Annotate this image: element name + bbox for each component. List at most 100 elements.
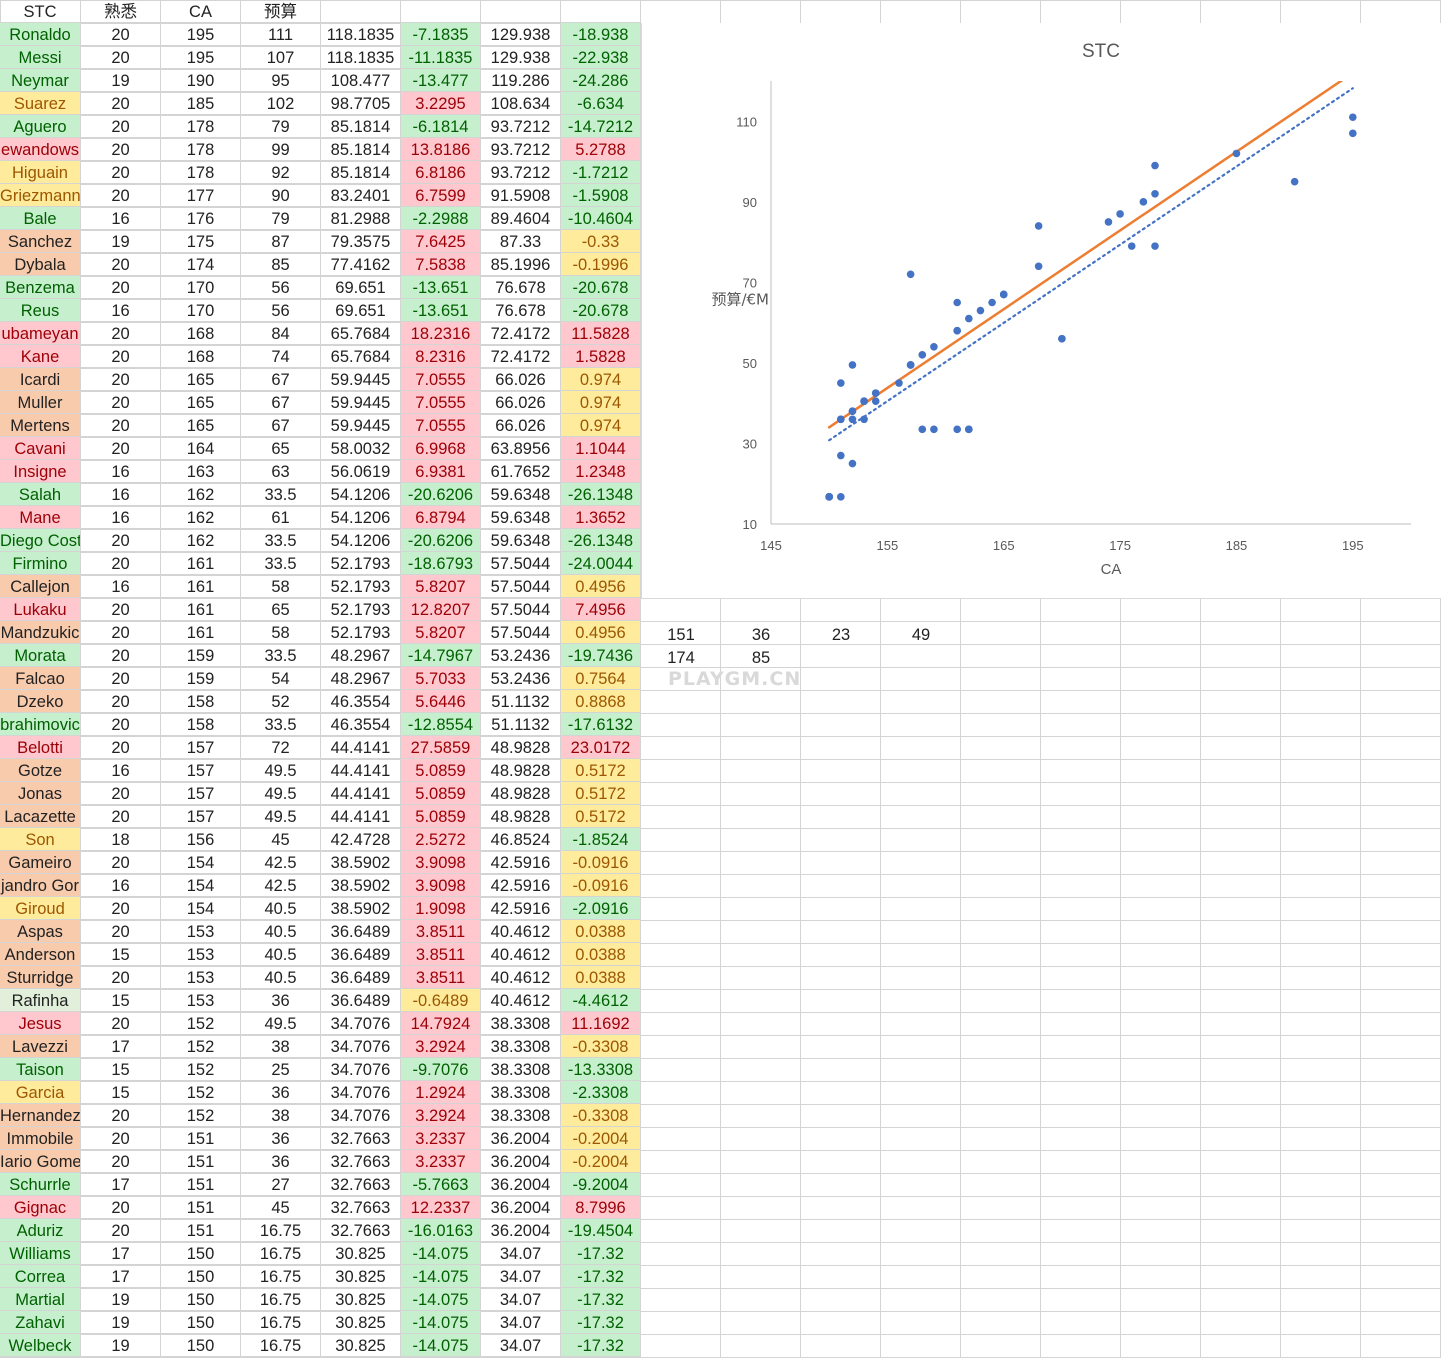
table-cell[interactable]: 20 bbox=[81, 391, 161, 414]
header-cell[interactable] bbox=[401, 0, 481, 23]
table-cell[interactable]: -5.7663 bbox=[401, 1173, 481, 1196]
table-cell[interactable]: 32.7663 bbox=[321, 1196, 401, 1219]
table-cell[interactable]: 152 bbox=[161, 1012, 241, 1035]
table-cell[interactable]: 165 bbox=[161, 391, 241, 414]
table-cell[interactable]: 36.6489 bbox=[321, 943, 401, 966]
table-cell[interactable]: 16 bbox=[81, 575, 161, 598]
table-cell[interactable]: 34.07 bbox=[481, 1311, 561, 1334]
table-cell[interactable]: 8.2316 bbox=[401, 345, 481, 368]
table-cell[interactable]: 19 bbox=[81, 1311, 161, 1334]
table-cell[interactable]: 42.5916 bbox=[481, 851, 561, 874]
table-cell[interactable]: 159 bbox=[161, 644, 241, 667]
table-cell[interactable]: 87 bbox=[241, 230, 321, 253]
player-name-cell[interactable]: Diego Cost bbox=[0, 529, 81, 552]
table-cell[interactable]: 15 bbox=[81, 1058, 161, 1081]
table-cell[interactable]: 72 bbox=[241, 736, 321, 759]
table-cell[interactable]: 5.0859 bbox=[401, 759, 481, 782]
table-cell[interactable]: 8.7996 bbox=[561, 1196, 641, 1219]
table-cell[interactable]: 111 bbox=[241, 23, 321, 46]
table-cell[interactable]: 66.026 bbox=[481, 414, 561, 437]
table-cell[interactable]: 20 bbox=[81, 805, 161, 828]
table-cell[interactable]: 161 bbox=[161, 552, 241, 575]
player-name-cell[interactable]: Mertens bbox=[0, 414, 81, 437]
table-cell[interactable]: 20 bbox=[81, 184, 161, 207]
table-cell[interactable]: 87.33 bbox=[481, 230, 561, 253]
table-cell[interactable]: 6.7599 bbox=[401, 184, 481, 207]
table-cell[interactable]: -0.2004 bbox=[561, 1127, 641, 1150]
table-cell[interactable]: 19 bbox=[81, 230, 161, 253]
player-name-cell[interactable]: Son bbox=[0, 828, 81, 851]
table-cell[interactable]: 59.9445 bbox=[321, 368, 401, 391]
table-cell[interactable]: 20 bbox=[81, 667, 161, 690]
table-cell[interactable]: 153 bbox=[161, 989, 241, 1012]
table-cell[interactable]: 42.5916 bbox=[481, 874, 561, 897]
table-cell[interactable]: 118.1835 bbox=[321, 23, 401, 46]
table-cell[interactable]: 168 bbox=[161, 322, 241, 345]
table-cell[interactable]: 1.2348 bbox=[561, 460, 641, 483]
player-name-cell[interactable]: Firmino bbox=[0, 552, 81, 575]
table-cell[interactable]: 42.5 bbox=[241, 851, 321, 874]
table-cell[interactable]: 81.2988 bbox=[321, 207, 401, 230]
table-cell[interactable]: 195 bbox=[161, 23, 241, 46]
player-name-cell[interactable]: Sturridge bbox=[0, 966, 81, 989]
table-cell[interactable]: 46.8524 bbox=[481, 828, 561, 851]
table-cell[interactable]: 6.9968 bbox=[401, 437, 481, 460]
table-cell[interactable]: 77.4162 bbox=[321, 253, 401, 276]
table-cell[interactable]: -14.075 bbox=[401, 1265, 481, 1288]
player-name-cell[interactable]: Jonas bbox=[0, 782, 81, 805]
table-cell[interactable]: 7.5838 bbox=[401, 253, 481, 276]
table-cell[interactable]: 3.9098 bbox=[401, 851, 481, 874]
table-cell[interactable]: 16.75 bbox=[241, 1265, 321, 1288]
player-name-cell[interactable]: jandro Gor bbox=[0, 874, 81, 897]
table-cell[interactable]: -18.938 bbox=[561, 23, 641, 46]
table-cell[interactable]: 18.2316 bbox=[401, 322, 481, 345]
table-cell[interactable]: 34.07 bbox=[481, 1242, 561, 1265]
table-cell[interactable]: 34.7076 bbox=[321, 1012, 401, 1035]
table-cell[interactable]: 79 bbox=[241, 207, 321, 230]
table-cell[interactable]: 17 bbox=[81, 1265, 161, 1288]
table-cell[interactable]: 152 bbox=[161, 1104, 241, 1127]
table-cell[interactable]: -20.6206 bbox=[401, 529, 481, 552]
table-cell[interactable]: -1.7212 bbox=[561, 161, 641, 184]
extra-cell[interactable]: 85 bbox=[721, 646, 801, 669]
table-cell[interactable]: 79.3575 bbox=[321, 230, 401, 253]
table-cell[interactable]: 32.7663 bbox=[321, 1219, 401, 1242]
player-name-cell[interactable]: Iario Gome bbox=[0, 1150, 81, 1173]
table-cell[interactable]: 20 bbox=[81, 368, 161, 391]
table-cell[interactable]: 16.75 bbox=[241, 1219, 321, 1242]
table-cell[interactable]: -22.938 bbox=[561, 46, 641, 69]
header-cell[interactable] bbox=[481, 0, 561, 23]
table-cell[interactable]: 19 bbox=[81, 69, 161, 92]
table-cell[interactable]: 44.4141 bbox=[321, 759, 401, 782]
table-cell[interactable]: -17.6132 bbox=[561, 713, 641, 736]
table-cell[interactable]: -7.1835 bbox=[401, 23, 481, 46]
table-cell[interactable]: 79 bbox=[241, 115, 321, 138]
table-cell[interactable]: 1.9098 bbox=[401, 897, 481, 920]
player-name-cell[interactable]: Lukaku bbox=[0, 598, 81, 621]
table-cell[interactable]: 36.2004 bbox=[481, 1127, 561, 1150]
table-cell[interactable]: 19 bbox=[81, 1334, 161, 1357]
player-name-cell[interactable]: Kane bbox=[0, 345, 81, 368]
table-cell[interactable]: -2.2988 bbox=[401, 207, 481, 230]
table-cell[interactable]: 34.07 bbox=[481, 1334, 561, 1357]
player-name-cell[interactable]: Neymar bbox=[0, 69, 81, 92]
table-cell[interactable]: 16.75 bbox=[241, 1288, 321, 1311]
table-cell[interactable]: -9.7076 bbox=[401, 1058, 481, 1081]
table-cell[interactable]: 108.477 bbox=[321, 69, 401, 92]
player-name-cell[interactable]: Lacazette bbox=[0, 805, 81, 828]
extra-cell[interactable]: 151 bbox=[641, 623, 721, 646]
table-cell[interactable]: -26.1348 bbox=[561, 529, 641, 552]
header-cell[interactable] bbox=[321, 0, 401, 23]
table-cell[interactable]: -11.1835 bbox=[401, 46, 481, 69]
table-cell[interactable]: 42.5 bbox=[241, 874, 321, 897]
table-cell[interactable]: 40.4612 bbox=[481, 943, 561, 966]
table-cell[interactable]: 16.75 bbox=[241, 1242, 321, 1265]
table-cell[interactable]: 57.5044 bbox=[481, 575, 561, 598]
table-cell[interactable]: 48.9828 bbox=[481, 782, 561, 805]
table-cell[interactable]: 3.8511 bbox=[401, 943, 481, 966]
table-cell[interactable]: 54 bbox=[241, 667, 321, 690]
table-cell[interactable]: -17.32 bbox=[561, 1334, 641, 1357]
table-cell[interactable]: -20.6206 bbox=[401, 483, 481, 506]
table-cell[interactable]: -0.2004 bbox=[561, 1150, 641, 1173]
table-cell[interactable]: 48.2967 bbox=[321, 667, 401, 690]
